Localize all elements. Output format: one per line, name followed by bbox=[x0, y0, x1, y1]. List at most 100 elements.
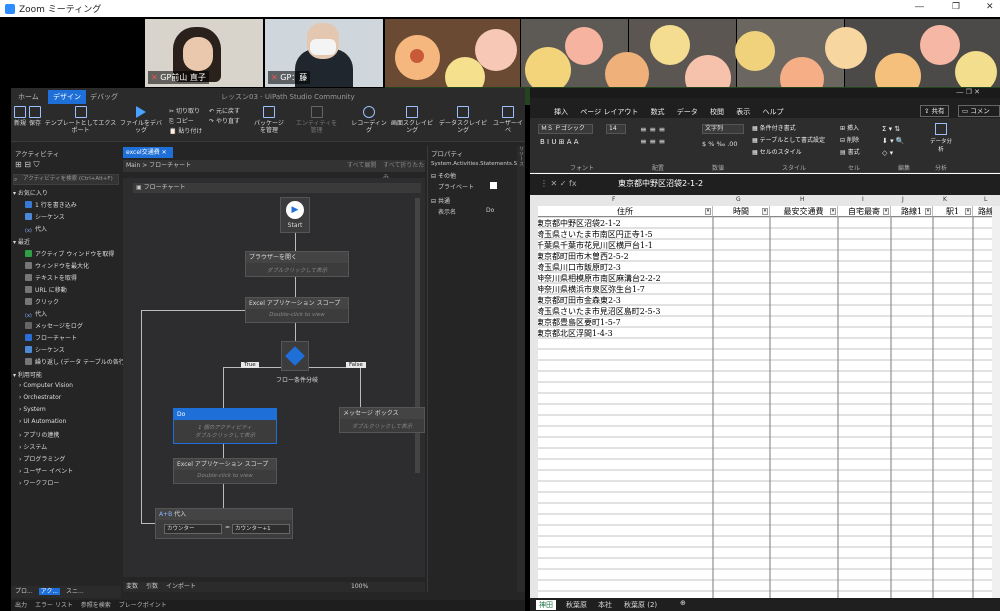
tab-help[interactable]: ヘルプ bbox=[763, 108, 784, 116]
formula-bar-buttons[interactable]: ⋮ ✕ ✓ fx bbox=[540, 179, 577, 188]
paste-button[interactable]: 📋 貼り付け bbox=[169, 127, 209, 137]
variables-tab[interactable]: 変数 bbox=[126, 583, 138, 590]
tab-home[interactable]: ホーム bbox=[18, 92, 39, 102]
table-cell[interactable]: 東京都中野区沼袋2-1-2 bbox=[538, 218, 621, 229]
tab-error-list[interactable]: エラー リスト bbox=[35, 602, 73, 609]
number-format-select[interactable]: 文字列 bbox=[702, 124, 744, 134]
start-node[interactable]: ▶ Start bbox=[280, 197, 310, 233]
activity-item[interactable]: メッセージをログ bbox=[25, 321, 133, 331]
spreadsheet-grid[interactable]: 住所 ▾ 時間 ▾ 最安交通費 ▾ 自宅最寄 ▾ 路線1 ▾ 駅1 ▾ 路線 東京都中野区沼… bbox=[538, 206, 1000, 598]
category-item[interactable]: › Computer Vision bbox=[19, 382, 127, 392]
header-cell-address[interactable]: 住所 ▾ bbox=[538, 206, 713, 217]
header-cell-home-station[interactable]: 自宅最寄 ▾ bbox=[838, 206, 891, 217]
imports-tab[interactable]: インポート bbox=[166, 583, 196, 590]
category-item[interactable]: › System bbox=[19, 406, 127, 416]
style-buttons[interactable]: ▦ 条件付き書式 ▦ テーブルとして書式設定 ▦ セルのスタイル bbox=[752, 123, 825, 159]
number-format-buttons[interactable]: $ % ‰ .00 bbox=[702, 140, 738, 148]
activity-item[interactable]: シーケンス bbox=[25, 345, 133, 355]
excel-window-controls[interactable]: ― ❐ ✕ bbox=[956, 88, 980, 96]
activity-item[interactable]: フローチャート bbox=[25, 333, 133, 343]
category-item[interactable]: › ユーザー イベント bbox=[19, 466, 127, 476]
category-item[interactable]: › システム bbox=[19, 442, 127, 452]
copy-button[interactable]: ⎘ コピー bbox=[169, 117, 209, 127]
user-events-button[interactable]: ユーザーイベ bbox=[491, 106, 525, 134]
sheet-tab[interactable]: 本社 bbox=[598, 600, 612, 610]
header-cell-time[interactable]: 時間 ▾ bbox=[713, 206, 770, 217]
category-item[interactable]: › UI Automation bbox=[19, 418, 127, 428]
activity-item[interactable]: (x) 代入 bbox=[25, 224, 133, 234]
section-common[interactable]: ⊟ 共通 bbox=[428, 193, 517, 205]
sheet-tab[interactable]: 神田 bbox=[536, 600, 556, 610]
vertical-scrollbar[interactable] bbox=[992, 206, 1000, 598]
sheet-tab[interactable]: 秋葉原 bbox=[566, 600, 587, 610]
tab-page-layout[interactable]: ページ レイアウト bbox=[580, 108, 638, 116]
header-cell-line1[interactable]: 路線1 ▾ bbox=[891, 206, 933, 217]
new-button[interactable]: 新規 bbox=[13, 106, 27, 127]
tab-data[interactable]: データ bbox=[677, 108, 698, 116]
header-cell-station1[interactable]: 駅1 ▾ bbox=[933, 206, 973, 217]
data-analysis-button[interactable]: データ分析 bbox=[930, 123, 952, 153]
add-sheet-icon[interactable]: ⊕ bbox=[680, 599, 686, 607]
category-item[interactable]: › ワークフロー bbox=[19, 478, 127, 488]
tab-insert[interactable]: 挿入 bbox=[554, 108, 568, 116]
tab-review[interactable]: 校閲 bbox=[710, 108, 724, 116]
alignment-buttons[interactable]: ≡ ≡ ≡ ≡ ≡ ≡ bbox=[640, 124, 665, 148]
category-item[interactable]: › アプリの連携 bbox=[19, 430, 127, 440]
tab-formulas[interactable]: 数式 bbox=[651, 108, 665, 116]
font-name-select[interactable]: ＭＳ Ｐゴシック bbox=[538, 124, 593, 134]
table-cell[interactable]: 東京都町田市金森東2-3 bbox=[538, 295, 621, 306]
editing-buttons[interactable]: Σ ▾ ⇅ ⬇ ▾ 🔍 ◇ ▾ bbox=[882, 123, 905, 159]
table-cell[interactable]: 埼玉県川口市飯原町2-3 bbox=[538, 262, 621, 273]
assign-activity[interactable]: A+B 代入 カウンター = カウンター+1 bbox=[155, 508, 293, 539]
tab-project[interactable]: プロ... bbox=[15, 588, 33, 595]
table-cell[interactable]: 神奈川県横浜市泉区弥生台1-7 bbox=[538, 284, 645, 295]
cut-button[interactable]: ✂ 切り取り bbox=[169, 107, 209, 117]
table-cell[interactable]: 東京都北区浮間1-4-3 bbox=[538, 328, 613, 339]
section-available[interactable]: ▾ 利用可能 bbox=[13, 370, 121, 380]
message-box-activity[interactable]: メッセージ ボックス ダブルクリックして表示 bbox=[339, 407, 425, 433]
tab-design[interactable]: デザイン bbox=[48, 90, 86, 104]
tab-find-references[interactable]: 参照を検索 bbox=[81, 602, 111, 609]
activity-item[interactable]: シーケンス bbox=[25, 212, 133, 222]
zoom-level[interactable]: 100% bbox=[351, 582, 368, 592]
section-misc[interactable]: ⊟ その他 bbox=[428, 168, 517, 180]
expand-all-link[interactable]: すべて展開 bbox=[347, 160, 376, 172]
assign-to-field[interactable]: カウンター bbox=[164, 524, 222, 534]
font-size-select[interactable]: 14 bbox=[606, 124, 626, 134]
participant-tile[interactable]: ✕ GP：藤 bbox=[265, 19, 383, 87]
comment-button[interactable]: ▭ コメント bbox=[958, 105, 1000, 125]
category-item[interactable]: › Orchestrator bbox=[19, 394, 127, 404]
table-cell[interactable]: 神奈川県相模原市南区麻溝台2-2-2 bbox=[538, 273, 661, 284]
resources-rail[interactable]: リソース bbox=[517, 146, 525, 592]
data-scraping-button[interactable]: データスクレイピング bbox=[437, 106, 489, 134]
cells-buttons[interactable]: ⊞ 挿入 ⊟ 削除 ▤ 書式 bbox=[840, 123, 860, 159]
manage-packages-button[interactable]: パッケージを管理 bbox=[253, 106, 285, 134]
formula-input[interactable]: 東京都中野区沼袋2-1-2 bbox=[618, 178, 703, 189]
close-icon[interactable]: ✕ bbox=[986, 2, 994, 12]
table-cell[interactable]: 埼玉県さいたま市南区円正寺1-5 bbox=[538, 229, 653, 240]
display-name-value[interactable]: Do bbox=[486, 207, 494, 214]
table-cell[interactable]: 千葉県千葉市花見川区横戸台1-1 bbox=[538, 240, 653, 251]
do-sequence-activity[interactable]: Do 1 個のアクティビティ ダブルクリックして表示 bbox=[173, 408, 277, 444]
sheet-tab[interactable]: 秋葉原 (2) bbox=[624, 600, 657, 610]
activity-item[interactable]: (x) 代入 bbox=[25, 309, 133, 319]
table-cell[interactable]: 埼玉県さいたま市見沼区島町2-5-3 bbox=[538, 306, 660, 317]
header-cell-cost[interactable]: 最安交通費 ▾ bbox=[770, 206, 838, 217]
tab-view[interactable]: 表示 bbox=[736, 108, 750, 116]
participant-tile[interactable]: ✕ GP前山 直子 bbox=[145, 19, 263, 87]
activity-item[interactable]: アクティブ ウィンドウを取得 bbox=[25, 249, 133, 259]
excel-scope-activity[interactable]: Excel アプリケーション スコープ Double-click to view bbox=[245, 297, 349, 323]
debug-file-button[interactable]: ファイルをデバッグ bbox=[118, 106, 164, 134]
redo-button[interactable]: ↷ やり直す bbox=[209, 117, 249, 127]
decision-node[interactable] bbox=[281, 341, 309, 371]
activity-item[interactable]: 1 行を書き込み bbox=[25, 200, 133, 210]
activity-item[interactable]: ウィンドウを最大化 bbox=[25, 261, 133, 271]
table-cell[interactable]: 東京都豊島区要町1-5-7 bbox=[538, 317, 621, 328]
section-favorites[interactable]: ▾ お気に入り bbox=[13, 188, 121, 198]
category-item[interactable]: › プログラミング bbox=[19, 454, 127, 464]
designer-canvas[interactable]: ▣ フローチャート ▶ Start ブラウザーを開く ダブルクリックして表示 E… bbox=[123, 178, 425, 577]
tab-snippets[interactable]: スニ... bbox=[66, 588, 84, 595]
save-button[interactable]: 保存 bbox=[28, 106, 42, 127]
tab-activities[interactable]: アク... bbox=[38, 588, 61, 595]
section-recent[interactable]: ▾ 最近 bbox=[13, 237, 121, 247]
